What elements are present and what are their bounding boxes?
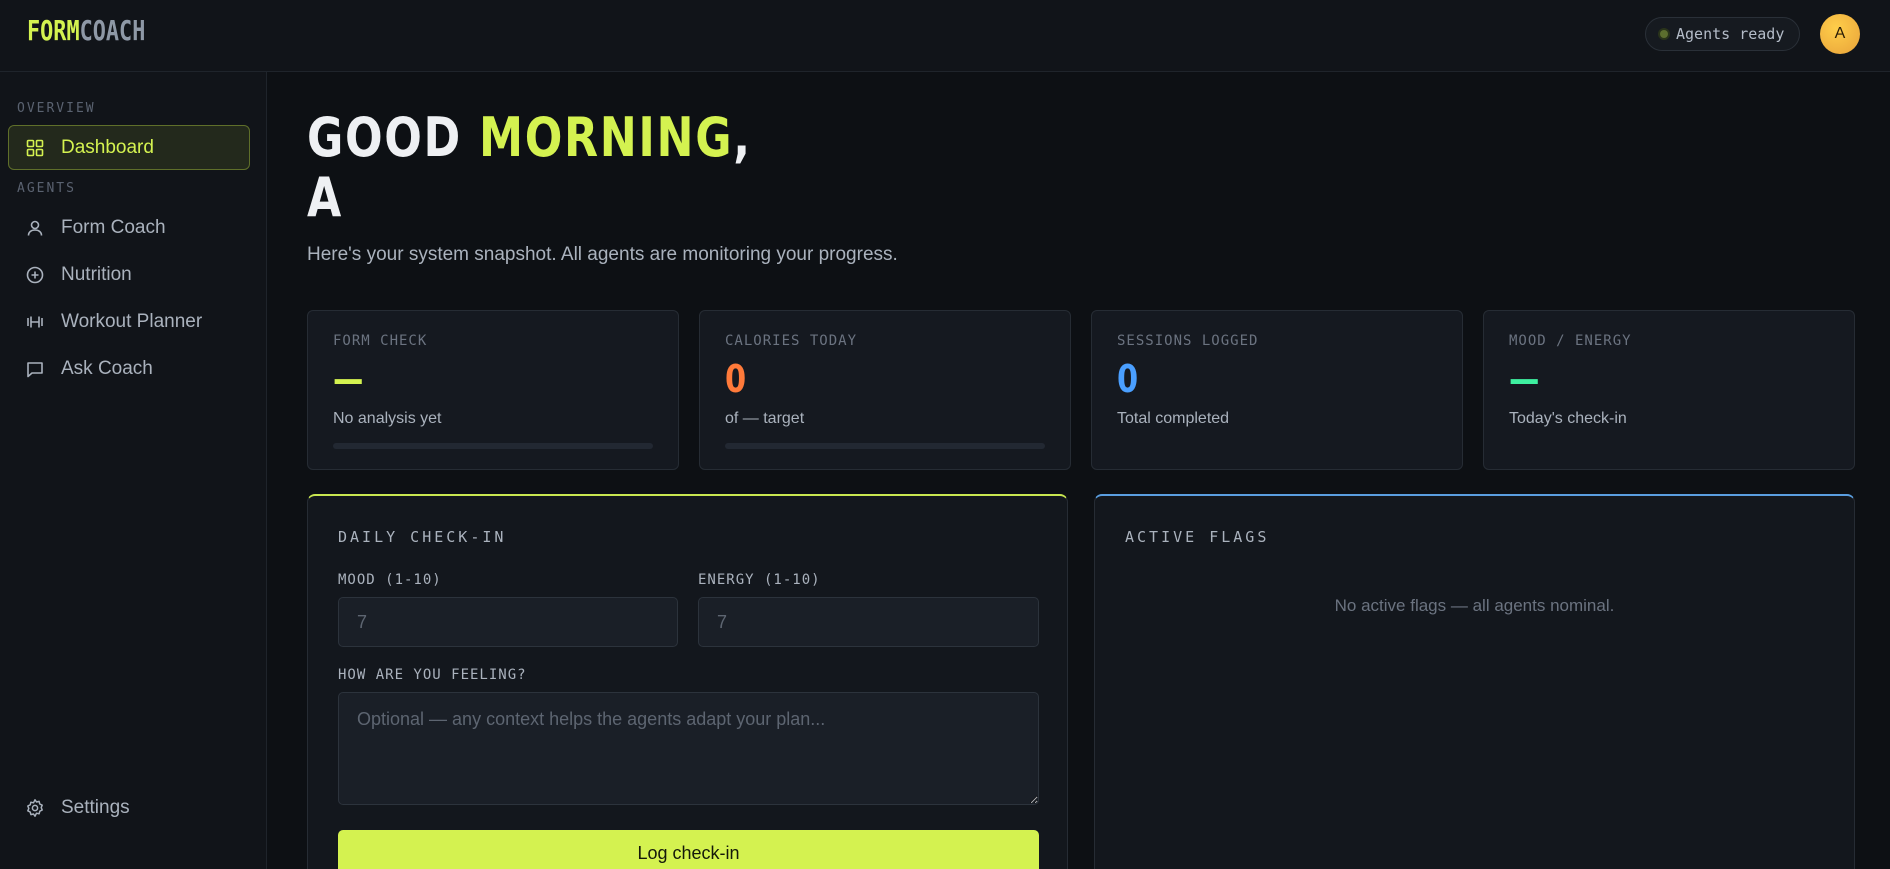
sidebar-item-label: Form Coach	[61, 216, 166, 238]
stat-value: 0	[725, 357, 747, 401]
sidebar-item-ask-coach[interactable]: Ask Coach	[8, 346, 250, 391]
user-icon	[27, 220, 43, 236]
stat-card-calories: CALORIES TODAY 0 of — target	[699, 310, 1071, 470]
stat-card-form-check: FORM CHECK — No analysis yet	[307, 310, 679, 470]
sidebar-section-agents: AGENTS	[17, 181, 76, 196]
stat-card-sessions: SESSIONS LOGGED 0 Total completed	[1091, 310, 1463, 470]
agents-status-badge: Agents ready	[1645, 17, 1800, 51]
sidebar-item-dashboard[interactable]: Dashboard	[8, 125, 250, 170]
energy-label: ENERGY (1-10)	[698, 572, 821, 588]
stat-card-mood-energy: MOOD / ENERGY — Today's check-in	[1483, 310, 1855, 470]
status-dot-icon	[1660, 30, 1668, 38]
stat-subtext: Total completed	[1117, 410, 1230, 427]
stat-subtext: No analysis yet	[333, 410, 442, 427]
panel-title: ACTIVE FLAGS	[1125, 528, 1270, 546]
active-flags-panel: ACTIVE FLAGS No active flags — all agent…	[1094, 494, 1855, 869]
mood-label: MOOD (1-10)	[338, 572, 442, 588]
chat-icon	[27, 361, 43, 377]
dumbbell-icon	[27, 316, 43, 327]
sidebar-item-label: Workout Planner	[61, 310, 203, 332]
stat-value: —	[333, 357, 364, 401]
progress-bar	[333, 443, 653, 449]
app-logo[interactable]: FORMCOACH	[27, 14, 145, 47]
stat-label: FORM CHECK	[333, 333, 428, 349]
user-name: A	[307, 166, 343, 229]
sidebar-item-label: Ask Coach	[61, 357, 153, 379]
energy-input[interactable]	[698, 597, 1039, 647]
grid-icon	[26, 139, 44, 156]
gear-icon	[27, 798, 43, 817]
plus-circle-icon	[26, 266, 44, 283]
progress-bar	[725, 443, 1045, 449]
top-bar: FORMCOACH Agents ready A	[0, 0, 1890, 72]
stat-value: —	[1509, 357, 1540, 401]
stat-label: MOOD / ENERGY	[1509, 333, 1632, 349]
sidebar: OVERVIEW Dashboard AGENTS Form Coach Nut…	[0, 72, 267, 869]
page-subtitle: Here's your system snapshot. All agents …	[307, 244, 898, 265]
sidebar-item-label: Settings	[61, 796, 130, 818]
sidebar-section-overview: OVERVIEW	[17, 101, 96, 116]
avatar[interactable]: A	[1820, 14, 1860, 54]
sidebar-item-nutrition[interactable]: Nutrition	[8, 252, 250, 297]
feeling-label: HOW ARE YOU FEELING?	[338, 667, 527, 683]
mood-input[interactable]	[338, 597, 678, 647]
sidebar-item-form-coach[interactable]: Form Coach	[8, 205, 250, 250]
page-title: GOOD MORNING, A	[307, 106, 752, 229]
panel-title: DAILY CHECK-IN	[338, 528, 507, 546]
stat-label: SESSIONS LOGGED	[1117, 333, 1259, 349]
daily-checkin-panel: DAILY CHECK-IN MOOD (1-10) ENERGY (1-10)…	[307, 494, 1068, 869]
feeling-textarea[interactable]	[338, 692, 1039, 805]
stat-subtext: of — target	[725, 410, 805, 427]
sidebar-item-label: Nutrition	[61, 263, 132, 285]
status-text: Agents ready	[1676, 25, 1785, 43]
stat-label: CALORIES TODAY	[725, 333, 858, 349]
stat-subtext: Today's check-in	[1509, 410, 1627, 427]
empty-flags-message: No active flags — all agents nominal.	[1334, 596, 1615, 615]
stat-value: 0	[1117, 357, 1139, 401]
log-checkin-button[interactable]: Log check-in	[338, 830, 1039, 869]
sidebar-item-label: Dashboard	[61, 136, 154, 158]
sidebar-item-settings[interactable]: Settings	[8, 785, 250, 830]
sidebar-item-workout-planner[interactable]: Workout Planner	[8, 299, 250, 344]
